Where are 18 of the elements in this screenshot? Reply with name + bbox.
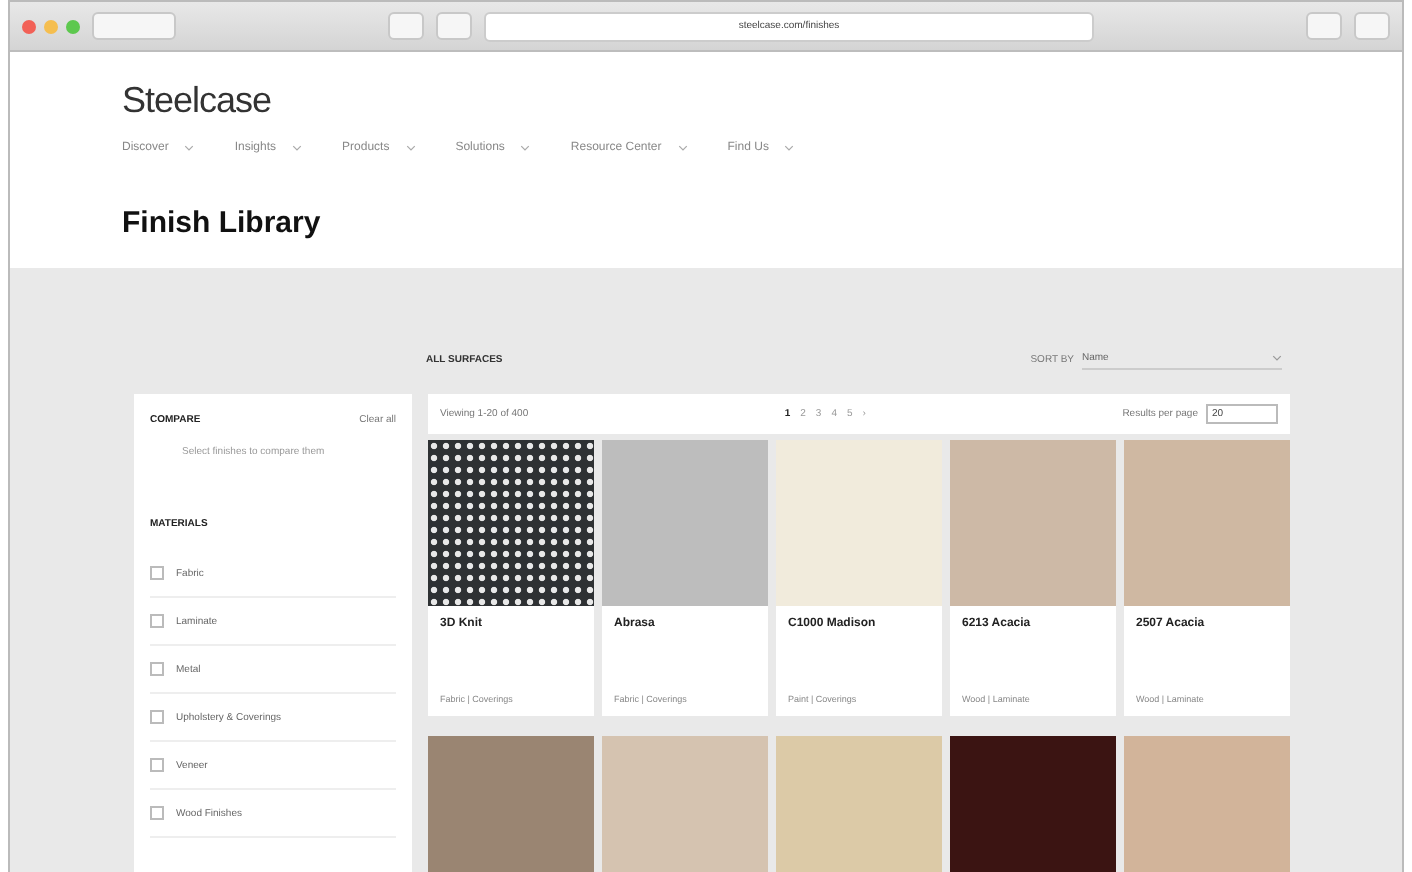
caret-icon (520, 144, 531, 152)
zoom-icon[interactable] (66, 19, 80, 33)
checkbox[interactable] (150, 614, 164, 628)
checkbox[interactable] (150, 662, 164, 676)
caret-icon (184, 144, 195, 152)
checkbox[interactable] (150, 758, 164, 772)
caret-icon (677, 144, 688, 152)
caret-icon (292, 144, 303, 152)
checkbox[interactable] (150, 710, 164, 724)
site-logo[interactable]: Steelcase (122, 80, 1290, 122)
checkbox[interactable] (150, 806, 164, 820)
checkbox[interactable] (150, 566, 164, 580)
caret-icon (1272, 354, 1282, 362)
caret-icon (405, 144, 416, 152)
page-title: Finish Library (122, 206, 323, 240)
close-icon[interactable] (22, 19, 36, 33)
caret-icon (784, 144, 795, 152)
minimize-icon[interactable] (44, 19, 58, 33)
